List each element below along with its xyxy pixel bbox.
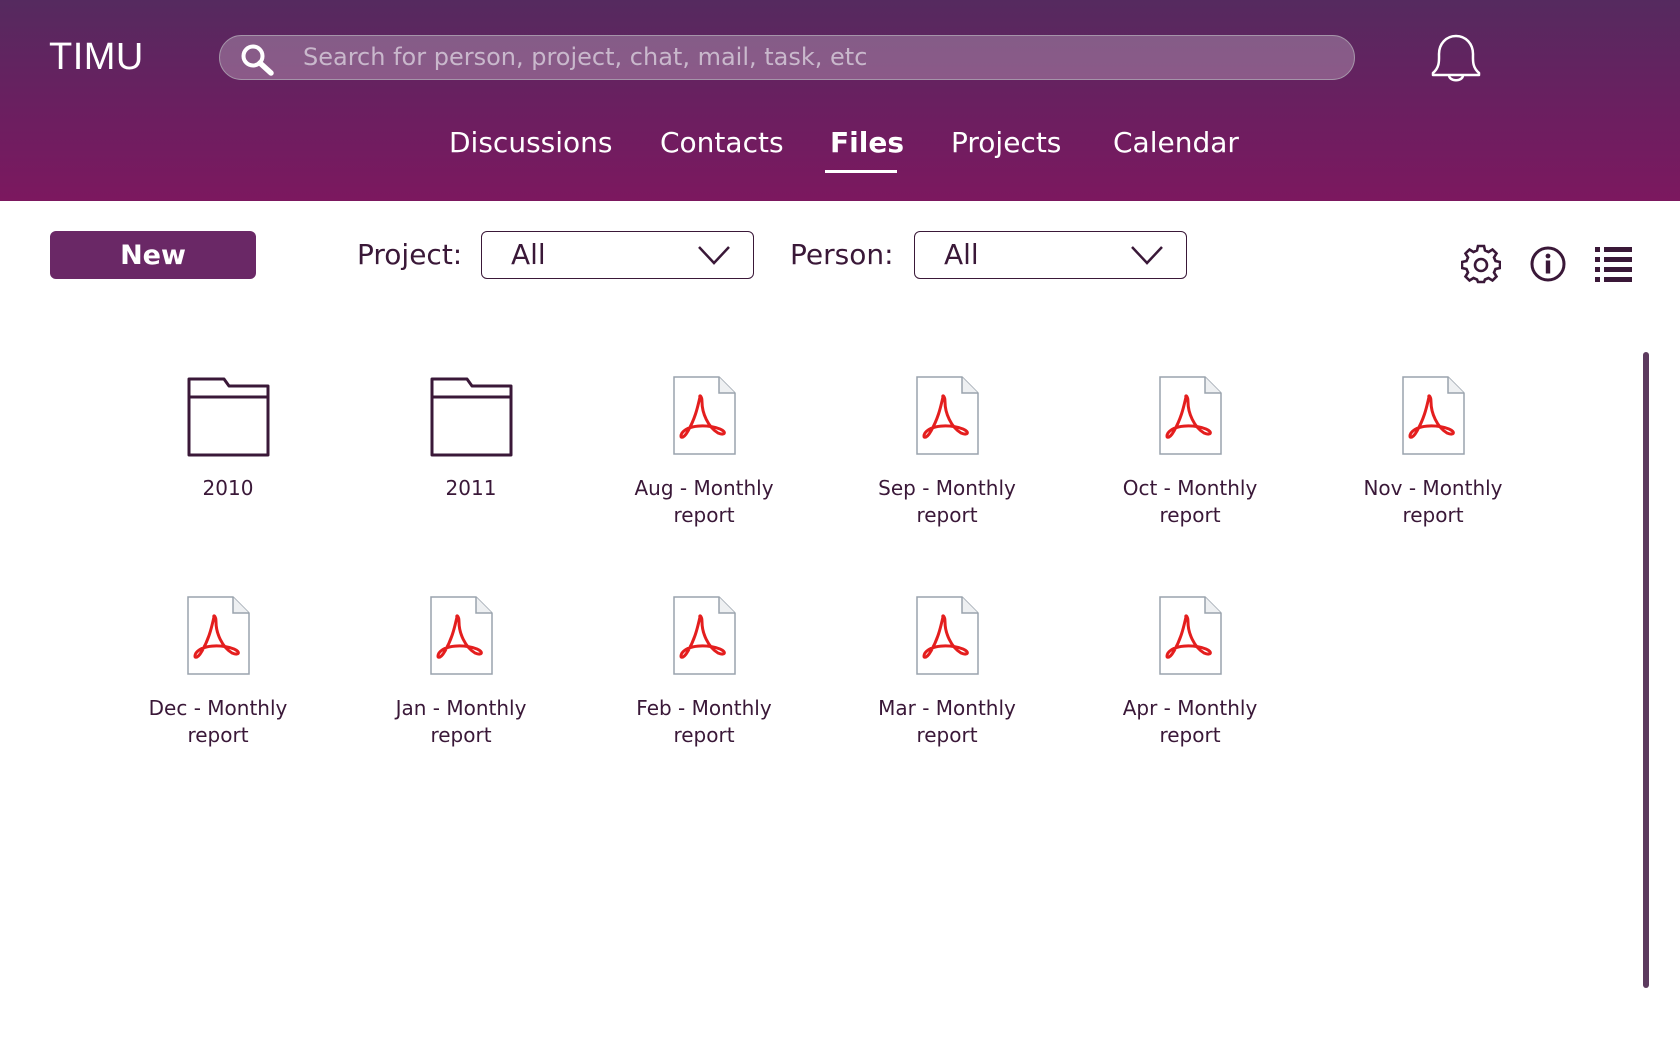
tab-contacts[interactable]: Contacts	[660, 126, 784, 159]
project-filter-value: All	[511, 238, 546, 271]
info-icon[interactable]	[1528, 244, 1568, 284]
pdf-file-icon	[1159, 596, 1222, 675]
person-filter-label: Person:	[790, 238, 894, 271]
file-label: Feb - Monthly report	[636, 696, 772, 747]
new-button[interactable]: New	[50, 231, 256, 279]
app-logo[interactable]: TIMU	[49, 36, 144, 79]
person-filter-value: All	[944, 238, 979, 271]
person-filter-select[interactable]: All	[914, 231, 1187, 279]
active-tab-indicator	[825, 170, 897, 173]
pdf-file-icon	[187, 596, 250, 675]
chevron-down-icon	[1131, 246, 1163, 265]
search-input[interactable]	[303, 36, 1343, 78]
list-view-icon[interactable]	[1594, 244, 1634, 284]
file-label: 2010	[202, 476, 254, 500]
folder-icon	[430, 377, 513, 457]
file-label: Sep - Monthly report	[878, 476, 1016, 527]
tab-projects[interactable]: Projects	[951, 126, 1061, 159]
pdf-file-icon	[673, 376, 736, 455]
file-label: Aug - Monthly report	[634, 476, 774, 527]
search-icon[interactable]	[240, 43, 274, 77]
file-label: Apr - Monthly report	[1122, 696, 1258, 747]
tab-discussions[interactable]: Discussions	[449, 126, 613, 159]
tab-calendar[interactable]: Calendar	[1113, 126, 1239, 159]
file-label: Mar - Monthly report	[878, 696, 1016, 747]
file-label: 2011	[445, 476, 497, 500]
tab-files[interactable]: Files	[830, 126, 904, 159]
file-label: Oct - Monthly report	[1122, 476, 1258, 527]
file-label: Nov - Monthly report	[1363, 476, 1503, 527]
project-filter-select[interactable]: All	[481, 231, 754, 279]
pdf-file-icon	[430, 596, 493, 675]
pdf-file-icon	[1402, 376, 1465, 455]
project-filter-label: Project:	[357, 238, 463, 271]
top-header: TIMU Discussions Contacts Files Projects…	[0, 0, 1680, 201]
folder-icon	[187, 377, 270, 457]
chevron-down-icon	[698, 246, 730, 265]
pdf-file-icon	[1159, 376, 1222, 455]
gear-icon[interactable]	[1461, 244, 1501, 284]
file-label: Jan - Monthly report	[395, 696, 527, 747]
search-bar[interactable]	[219, 35, 1355, 80]
bell-icon[interactable]	[1428, 30, 1484, 86]
pdf-file-icon	[916, 376, 979, 455]
file-label: Dec - Monthly report	[148, 696, 288, 747]
pdf-file-icon	[673, 596, 736, 675]
vertical-scrollbar[interactable]	[1643, 352, 1649, 988]
main-nav: Discussions Contacts Files Projects Cale…	[0, 122, 1680, 173]
pdf-file-icon	[916, 596, 979, 675]
